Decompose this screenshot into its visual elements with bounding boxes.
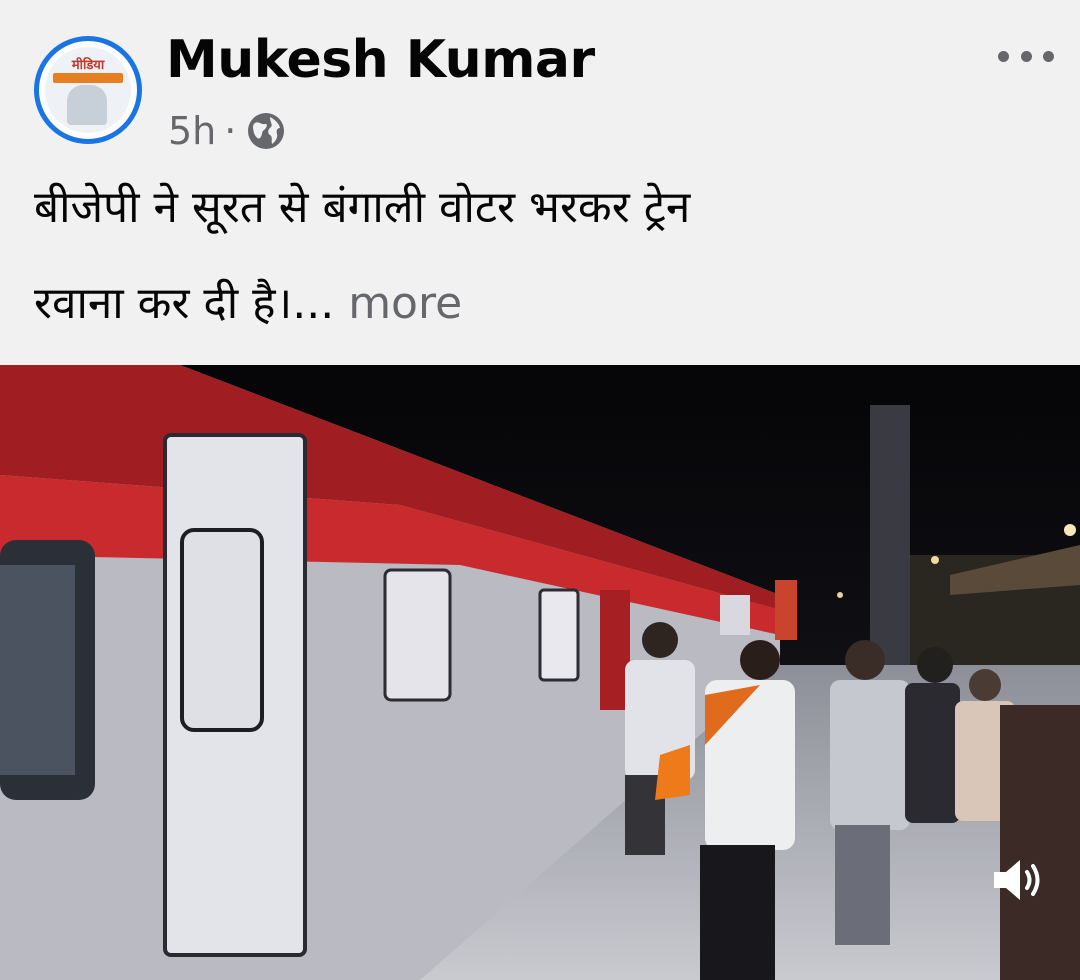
post-timestamp[interactable]: 5h bbox=[168, 109, 216, 153]
more-dot bbox=[1043, 50, 1054, 62]
avatar-logo-text: मीडिया bbox=[71, 58, 105, 73]
more-dot bbox=[998, 50, 1009, 62]
post-text: बीजेपी ने सूरत से बंगाली वोटर भरकर ट्रेन… bbox=[34, 178, 1044, 370]
post-text-line-2-content: रवाना कर दी है।... bbox=[34, 278, 335, 329]
author-name[interactable]: Mukesh Kumar bbox=[166, 30, 595, 90]
avatar[interactable]: मीडिया bbox=[34, 36, 142, 144]
see-more-link[interactable]: more bbox=[348, 278, 462, 329]
post-header: मीडिया Mukesh Kumar 5h · बीजेपी ने सूरत … bbox=[0, 0, 1080, 365]
volume-icon[interactable] bbox=[986, 848, 1050, 912]
video-frame bbox=[0, 365, 1080, 980]
globe-icon[interactable] bbox=[246, 111, 286, 151]
avatar-logo-figure bbox=[67, 85, 107, 125]
avatar-logo-banner bbox=[53, 73, 123, 83]
more-dot bbox=[1020, 50, 1032, 62]
more-options-icon[interactable] bbox=[998, 44, 1054, 68]
post-video[interactable] bbox=[0, 365, 1080, 980]
post-meta: 5h · bbox=[168, 106, 286, 156]
post-text-line-1: बीजेपी ने सूरत से बंगाली वोटर भरकर ट्रेन bbox=[34, 182, 691, 233]
meta-separator: · bbox=[224, 109, 237, 153]
avatar-image: मीडिया bbox=[45, 47, 131, 133]
post-text-line-2: रवाना कर दी है।... more bbox=[34, 274, 1044, 334]
